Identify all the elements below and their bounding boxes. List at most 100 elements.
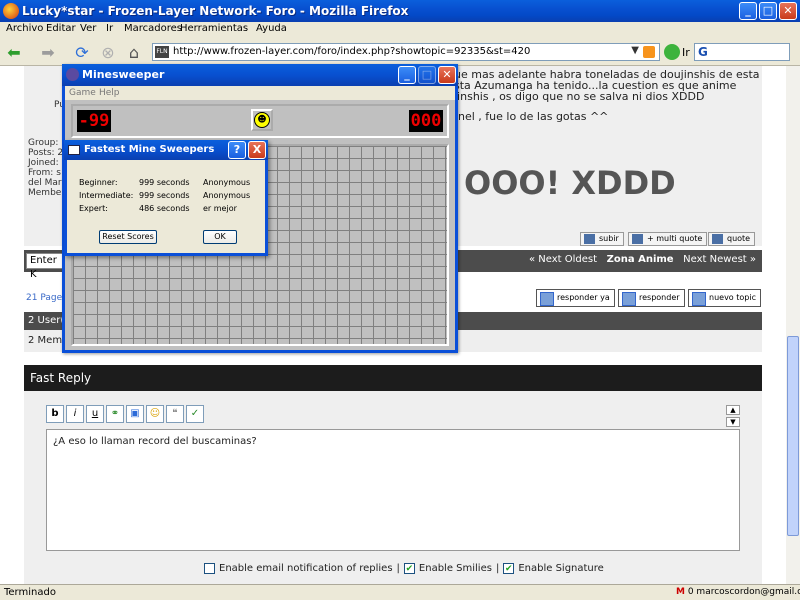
- fast-reply-title: Fast Reply: [30, 371, 92, 385]
- score-time: 999 seconds: [139, 178, 190, 187]
- url-text[interactable]: http://www.frozen-layer.com/foro/index.p…: [173, 46, 530, 57]
- poster-info: Group:: [28, 138, 59, 148]
- enable-smilies-label: Enable Smilies: [418, 563, 492, 574]
- minimize-button[interactable]: _: [739, 2, 757, 20]
- forward-icon[interactable]: ➡: [38, 42, 58, 62]
- stop-icon[interactable]: ⊗: [98, 42, 118, 62]
- poster-info: From: s: [28, 168, 61, 178]
- topic-nav: « Next Oldest Zona Anime Next Newest »: [529, 254, 756, 265]
- gmail-icon: M: [676, 587, 685, 597]
- menu-editar[interactable]: Editar: [46, 23, 76, 34]
- gmail-account: 0 marcoscordon@gmail.com: [687, 587, 800, 597]
- menu-help[interactable]: Help: [99, 88, 120, 98]
- subir-button[interactable]: subir: [580, 232, 624, 246]
- poster-info: del Mar: [28, 178, 62, 188]
- smiley-icon[interactable]: ☺: [146, 405, 164, 423]
- pages-link[interactable]: 21 Page: [26, 293, 62, 303]
- menu-bar: Archivo Editar Ver Ir Marcadores Herrami…: [0, 22, 800, 38]
- menu-marcadores[interactable]: Marcadores: [124, 23, 182, 34]
- reply-options: Enable email notification of replies | ✔…: [204, 563, 604, 574]
- home-icon[interactable]: ⌂: [124, 42, 144, 62]
- insert-link-icon[interactable]: ⚭: [106, 405, 124, 423]
- gmail-notifier[interactable]: M 0 marcoscordon@gmail.com: [676, 587, 800, 597]
- resize-down-icon[interactable]: ▼: [726, 417, 740, 427]
- enable-smilies-checkbox[interactable]: ✔: [403, 563, 415, 574]
- close-button[interactable]: ✕: [779, 2, 797, 20]
- page-scrollbar[interactable]: [786, 66, 800, 584]
- menu-archivo[interactable]: Archivo: [6, 23, 43, 34]
- maximize-button[interactable]: □: [759, 2, 777, 20]
- new-game-button[interactable]: ☻: [251, 109, 273, 131]
- score-name: er mejor: [203, 204, 237, 213]
- dialog-window-icon: [68, 145, 80, 155]
- bold-button[interactable]: b: [46, 405, 64, 423]
- score-time: 999 seconds: [139, 191, 190, 200]
- poster-info: Posts: 2: [28, 148, 64, 158]
- quote-button[interactable]: quote: [708, 232, 756, 246]
- italic-button[interactable]: i: [66, 405, 84, 423]
- site-favicon-icon: FLN: [155, 46, 169, 58]
- nuevo-topic-button[interactable]: nuevo topic: [688, 289, 761, 307]
- minesweeper-close-button[interactable]: ✕: [438, 66, 456, 84]
- back-icon[interactable]: ⬅: [4, 42, 24, 62]
- multi-quote-button[interactable]: + multi quote: [628, 232, 708, 246]
- option-separator: |: [396, 563, 400, 574]
- jump-input[interactable]: Enter K: [26, 253, 66, 280]
- quote-icon[interactable]: ❝: [166, 405, 184, 423]
- minesweeper-minimize-button[interactable]: _: [398, 66, 416, 84]
- next-newest-link[interactable]: Next Newest »: [683, 254, 756, 265]
- menu-ir[interactable]: Ir: [106, 23, 113, 34]
- minesweeper-maximize-button: □: [418, 66, 436, 84]
- enable-signature-checkbox[interactable]: ✔: [503, 563, 515, 574]
- email-notification-checkbox[interactable]: [204, 563, 215, 574]
- next-oldest-link[interactable]: « Next Oldest: [529, 254, 597, 265]
- firefox-icon: [3, 3, 19, 19]
- post-big-text: OOO! XDDD: [464, 164, 676, 202]
- search-input[interactable]: G: [694, 43, 790, 61]
- mine-counter: -99: [77, 110, 111, 132]
- score-level: Expert:: [79, 204, 108, 213]
- go-button-label[interactable]: Ir: [682, 46, 690, 59]
- responder-button[interactable]: responder: [618, 289, 685, 307]
- smiley-face-icon: ☻: [254, 112, 270, 128]
- minesweeper-title: Minesweeper: [82, 68, 165, 81]
- reset-scores-button[interactable]: Reset Scores: [99, 230, 157, 244]
- score-time: 486 seconds: [139, 204, 190, 213]
- menu-ayuda[interactable]: Ayuda: [256, 23, 287, 34]
- dialog-help-button[interactable]: ?: [228, 141, 246, 159]
- ok-button[interactable]: OK: [203, 230, 237, 244]
- resize-up-icon[interactable]: ▲: [726, 405, 740, 415]
- responder-ya-button[interactable]: responder ya: [536, 289, 615, 307]
- insert-image-icon[interactable]: ▣: [126, 405, 144, 423]
- post-line: jinshis , os digo que no se salva ni dio…: [454, 90, 705, 103]
- fast-reply-editor: b i u ⚭ ▣ ☺ ❝ ✓ ▲ ▼ ¿A eso lo llaman rec…: [24, 391, 762, 584]
- rss-feed-icon[interactable]: [643, 46, 655, 58]
- reload-icon[interactable]: ⟳: [72, 42, 92, 62]
- navigation-toolbar: ⬅ ➡ ⟳ ⊗ ⌂ FLN http://www.frozen-layer.co…: [0, 38, 800, 66]
- go-icon[interactable]: [664, 44, 680, 60]
- status-bar: Terminado M 0 marcoscordon@gmail.com: [0, 584, 800, 600]
- section-link[interactable]: Zona Anime: [607, 254, 674, 265]
- reply-textarea[interactable]: ¿A eso lo llaman record del buscaminas?: [46, 429, 740, 551]
- dialog-title-bar[interactable]: Fastest Mine Sweepers ? X: [64, 140, 268, 160]
- score-level: Beginner:: [79, 178, 118, 187]
- score-name: Anonymous: [203, 191, 251, 200]
- url-bar[interactable]: FLN http://www.frozen-layer.com/foro/ind…: [152, 43, 660, 61]
- underline-button[interactable]: u: [86, 405, 104, 423]
- fastest-sweepers-dialog: Fastest Mine Sweepers ? X Beginner: 999 …: [64, 140, 268, 256]
- minesweeper-menu-bar: Game Help: [65, 86, 455, 100]
- spellcheck-icon[interactable]: ✓: [186, 405, 204, 423]
- email-notification-label: Enable email notification of replies: [219, 563, 393, 574]
- dialog-close-button[interactable]: X: [248, 141, 266, 159]
- window-title: Lucky*star - Frozen-Layer Network- Foro …: [22, 4, 409, 18]
- url-dropdown-icon[interactable]: ▼: [631, 45, 639, 56]
- scrollbar-thumb[interactable]: [787, 336, 799, 536]
- minesweeper-title-bar[interactable]: Minesweeper _ □ ✕: [62, 64, 458, 86]
- menu-herramientas[interactable]: Herramientas: [180, 23, 248, 34]
- menu-game[interactable]: Game: [69, 88, 96, 98]
- google-search-icon: G: [698, 45, 708, 59]
- score-level: Intermediate:: [79, 191, 134, 200]
- game-timer: 000: [409, 110, 443, 132]
- menu-ver[interactable]: Ver: [80, 23, 96, 34]
- dialog-title: Fastest Mine Sweepers: [84, 144, 215, 155]
